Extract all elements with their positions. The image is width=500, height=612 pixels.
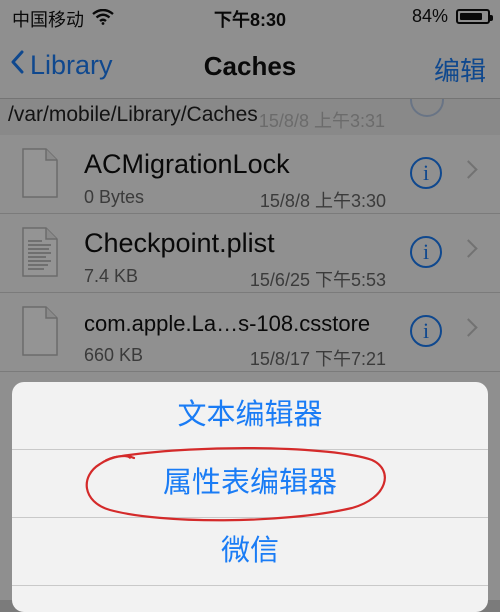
action-sheet: 文本编辑器 属性表编辑器 微信 bbox=[12, 382, 488, 612]
action-option-plist-editor[interactable]: 属性表编辑器 bbox=[12, 450, 488, 518]
action-option-text-editor[interactable]: 文本编辑器 bbox=[12, 382, 488, 450]
action-option-wechat[interactable]: 微信 bbox=[12, 518, 488, 586]
screen: 中国移动 下午8:30 84% Library Caches 编辑 15/8/8… bbox=[0, 0, 500, 612]
